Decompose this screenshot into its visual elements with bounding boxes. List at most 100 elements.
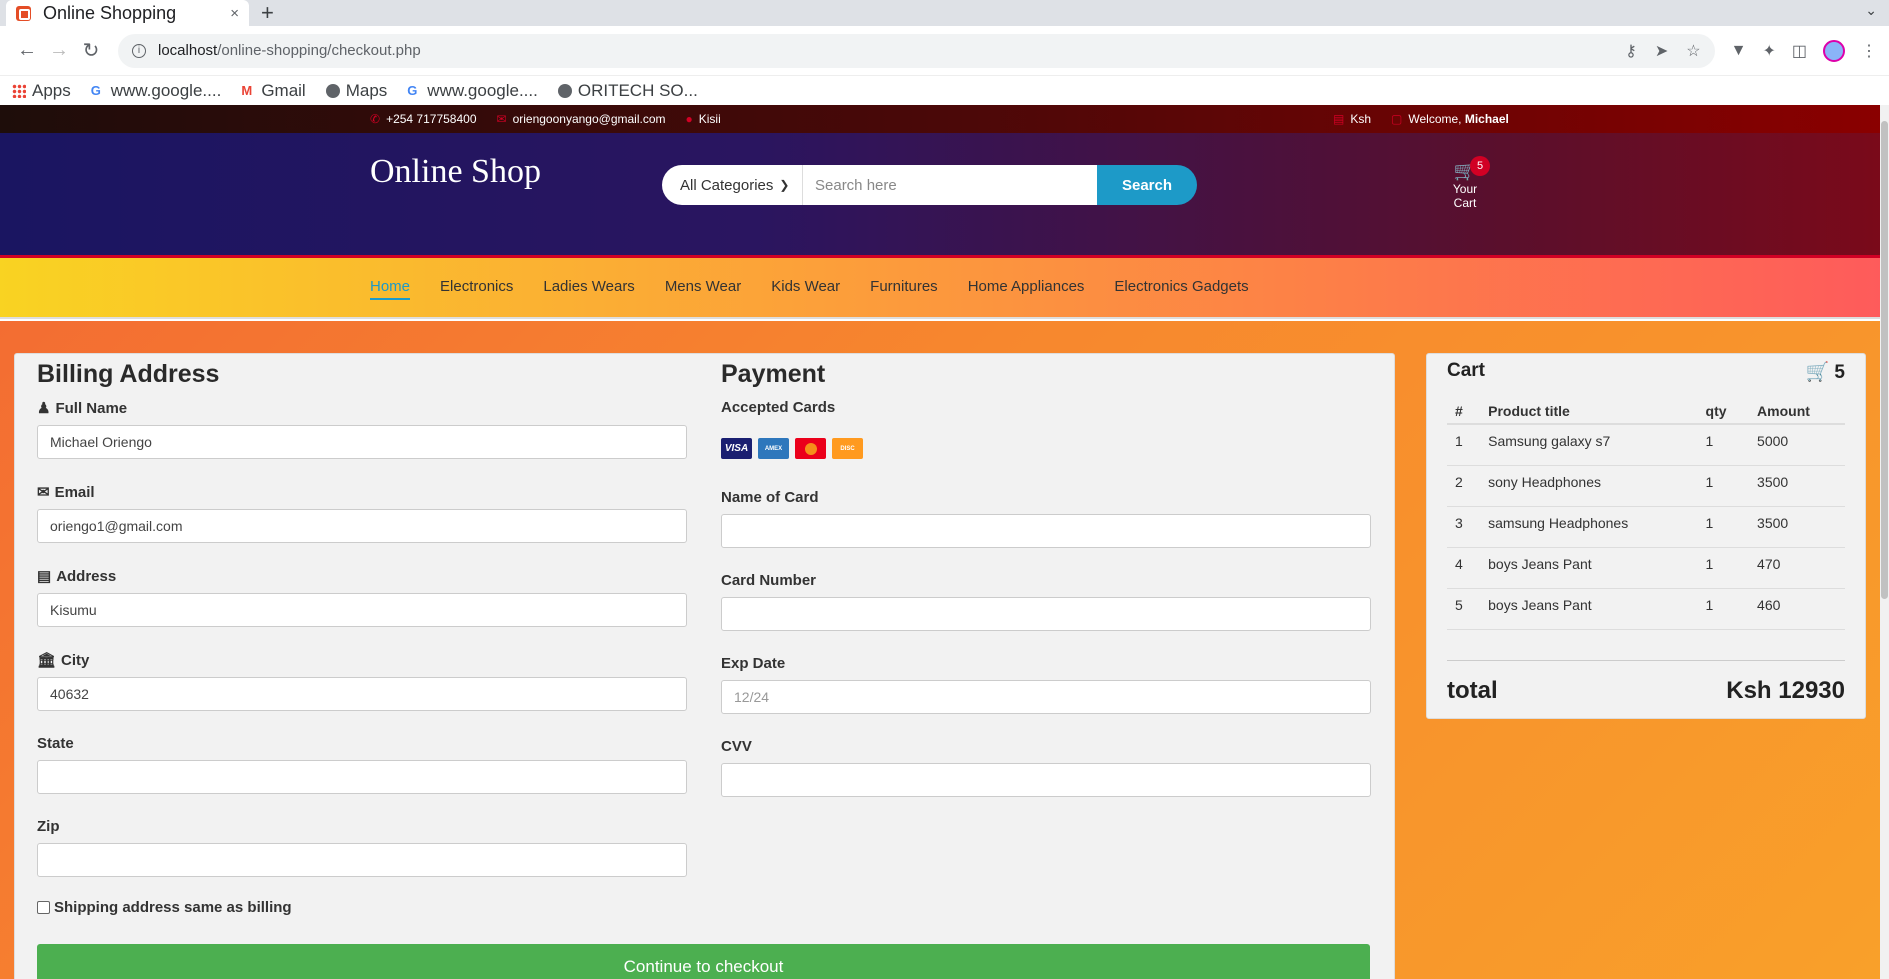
user-name: Michael — [1464, 112, 1509, 126]
shipping-same-checkbox[interactable]: Shipping address same as billing — [37, 899, 687, 916]
back-arrow-icon[interactable]: ← — [12, 39, 42, 62]
user-icon: ▢ — [1391, 112, 1403, 126]
accepted-cards: VISA AMEX DISC — [721, 438, 1371, 459]
discover-card-icon: DISC — [832, 438, 863, 459]
phone-contact[interactable]: ✆ +254 717758400 — [370, 112, 477, 126]
nav-mens-wear[interactable]: Mens Wear — [665, 278, 741, 300]
amex-card-icon: AMEX — [758, 438, 789, 459]
site-info-icon[interactable]: i — [132, 43, 146, 58]
bookmark-google-1[interactable]: Gwww.google.... — [91, 81, 222, 101]
nav-ladies-wears[interactable]: Ladies Wears — [543, 278, 634, 300]
cart-count: 🛒 5 — [1805, 362, 1845, 383]
billing-title: Billing Address — [37, 360, 220, 388]
mastercard-icon — [795, 438, 826, 459]
cart-label: Your Cart — [1452, 182, 1478, 210]
site-logo[interactable]: Online Shop — [370, 153, 541, 191]
total-value: Ksh 12930 — [1726, 676, 1845, 704]
bookmark-gmail[interactable]: M Gmail — [241, 81, 305, 101]
currency-selector[interactable]: ▤ Ksh — [1333, 112, 1371, 126]
globe-icon — [557, 83, 572, 98]
address-field[interactable]: Kisumu — [37, 593, 687, 627]
url-field[interactable]: i localhost/online-shopping/checkout.php… — [118, 33, 1715, 68]
city-label: 🏛 City — [37, 651, 90, 670]
bookmark-apps[interactable]: Apps — [12, 81, 71, 101]
search-form: All Categories ❯ Search here Search — [662, 165, 1197, 205]
cart-count-badge: 5 — [1470, 156, 1490, 176]
cvv-field[interactable] — [721, 763, 1371, 797]
payment-column: Payment Accepted Cards VISA AMEX DISC Na… — [721, 354, 1371, 821]
bookmark-oritech[interactable]: ORITECH SO... — [557, 81, 698, 101]
tab-search-chevron-icon[interactable]: ⌄ — [1865, 2, 1877, 19]
card-name-label: Name of Card — [721, 489, 819, 506]
zip-label: Zip — [37, 818, 60, 835]
continue-checkout-button[interactable]: Continue to checkout — [37, 944, 1370, 979]
city-field[interactable]: 40632 — [37, 677, 687, 711]
visa-card-icon: VISA — [721, 438, 752, 459]
category-select[interactable]: All Categories ❯ — [662, 165, 803, 205]
zip-field[interactable] — [37, 843, 687, 877]
checkbox-box[interactable] — [37, 901, 50, 914]
forward-arrow-icon[interactable]: → — [44, 39, 74, 62]
address-label: ▤ Address — [37, 567, 117, 586]
cvv-label: CVV — [721, 738, 752, 755]
envelope-icon: ✉ — [496, 112, 507, 126]
extension-vue-icon[interactable]: ▼ — [1731, 42, 1747, 60]
nav-kids-wear[interactable]: Kids Wear — [771, 278, 840, 300]
nav-home-appliances[interactable]: Home Appliances — [968, 278, 1085, 300]
email-contact[interactable]: ✉ oriengoonyango@gmail.com — [497, 112, 666, 126]
header-cart[interactable]: 🛒 5 Your Cart — [1440, 156, 1490, 210]
cart-summary: Cart 🛒 5 # Product title qty Amount 1 Sam… — [1426, 353, 1866, 719]
location-contact[interactable]: ● Kisii — [686, 112, 721, 126]
shopping-cart-icon: 🛒 — [1805, 362, 1830, 383]
browser-menu-icon[interactable]: ⋮ — [1861, 41, 1877, 61]
google-icon: G — [90, 82, 101, 98]
table-row: 5 boys Jeans Pant 1 460 — [1447, 588, 1845, 630]
extensions-puzzle-icon[interactable]: ✦ — [1762, 41, 1775, 61]
email-label: ✉ Email — [37, 483, 95, 502]
google-icon: G — [407, 82, 418, 98]
payment-title: Payment — [721, 360, 826, 388]
reload-icon[interactable]: ↻ — [76, 38, 106, 63]
full-name-field[interactable]: Michael Oriengo — [37, 425, 687, 459]
send-icon[interactable]: ➤ — [1655, 41, 1668, 61]
exp-date-field[interactable]: 12/24 — [721, 680, 1371, 714]
new-tab-button[interactable]: + — [261, 0, 274, 26]
money-icon: ▤ — [1333, 112, 1345, 126]
search-input[interactable]: Search here — [803, 165, 1097, 205]
tab-close-icon[interactable]: × — [230, 5, 239, 22]
nav-electronics[interactable]: Electronics — [440, 278, 513, 300]
user-icon: ♟ — [37, 400, 51, 417]
user-welcome[interactable]: ▢ Welcome, Michael — [1391, 112, 1509, 126]
nav-home[interactable]: Home — [370, 278, 411, 300]
billing-column: Billing Address ♟ Full Name Michael Orien… — [37, 354, 687, 916]
bookmarks-bar: Apps Gwww.google.... M Gmail Maps Gwww.go… — [0, 76, 1889, 106]
exp-date-label: Exp Date — [721, 655, 786, 672]
map-marker-icon: ● — [685, 112, 693, 126]
scrollbar-thumb[interactable] — [1881, 121, 1888, 599]
nav-furnitures[interactable]: Furnitures — [870, 278, 938, 300]
card-name-field[interactable] — [721, 514, 1371, 548]
key-icon[interactable]: ⚷ — [1625, 41, 1637, 61]
cart-title: Cart — [1447, 360, 1486, 381]
nav-electronics-gadgets[interactable]: Electronics Gadgets — [1114, 278, 1248, 300]
card-number-field[interactable] — [721, 597, 1371, 631]
page-viewport: ✆ +254 717758400 ✉ oriengoonyango@gmail.co… — [0, 105, 1880, 979]
accepted-cards-label: Accepted Cards — [721, 399, 836, 416]
browser-tab[interactable]: Online Shopping × — [6, 0, 249, 26]
email-field[interactable]: oriengo1@gmail.com — [37, 509, 687, 543]
total-label: total — [1447, 676, 1498, 704]
bookmark-google-2[interactable]: Gwww.google.... — [407, 81, 538, 101]
search-button[interactable]: Search — [1097, 165, 1197, 205]
side-panel-icon[interactable]: ◫ — [1792, 41, 1807, 61]
page-scrollbar[interactable] — [1880, 105, 1889, 979]
card-number-label: Card Number — [721, 572, 817, 589]
profile-avatar[interactable] — [1823, 39, 1845, 62]
phone-icon: ✆ — [370, 112, 381, 126]
state-field[interactable] — [37, 760, 687, 794]
bookmark-maps[interactable]: Maps — [325, 81, 387, 101]
table-row: 4 boys Jeans Pant 1 470 — [1447, 547, 1845, 589]
browser-tab-strip: Online Shopping × + ⌄ — [0, 0, 1889, 26]
cart-table-header: # Product title qty Amount — [1447, 398, 1845, 425]
bookmark-star-icon[interactable]: ☆ — [1686, 41, 1700, 61]
apps-grid-icon — [12, 83, 26, 98]
